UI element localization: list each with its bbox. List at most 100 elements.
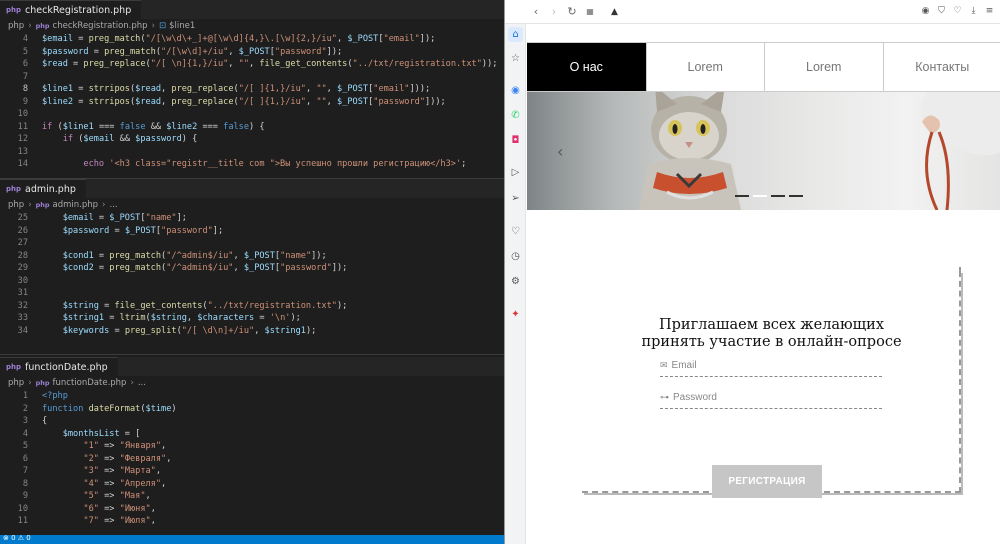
code-text[interactable]: $cond2 = preg_match("/^admin$/iu", $_POS… — [42, 262, 348, 275]
code-text[interactable]: $string1 = ltrim($string, $characters = … — [42, 312, 301, 325]
code-line[interactable]: 31 — [0, 287, 504, 300]
player-icon[interactable]: ▷ — [508, 165, 523, 180]
code-text[interactable]: { — [42, 415, 47, 428]
code-line[interactable]: 2 function dateFormat($time) — [0, 403, 504, 416]
code-text[interactable]: $password = $_POST["password"]; — [42, 225, 223, 238]
code-text[interactable]: $monthsList = [ — [42, 428, 141, 441]
code-line[interactable]: 9 $line2 = strripos($read, preg_replace("… — [0, 96, 504, 109]
code-line[interactable]: 3{ — [0, 415, 504, 428]
code-line[interactable]: 1 <?php — [0, 390, 504, 403]
whatsapp-icon[interactable]: ✆ — [508, 108, 523, 123]
breadcrumb-folder[interactable]: php — [8, 200, 24, 210]
password-field[interactable]: ⊶ — [660, 387, 882, 409]
camera-icon[interactable]: ◉ — [921, 6, 930, 16]
code-text[interactable]: "3" => "Марта", — [42, 465, 161, 478]
bulb-icon[interactable]: ✦ — [508, 307, 523, 322]
settings-icon[interactable]: ⚙ — [508, 274, 523, 289]
code-line[interactable]: 8 "4" => "Апреля", — [0, 478, 504, 491]
breadcrumb-file[interactable]: functionDate.php — [53, 378, 127, 388]
warning-icon[interactable]: ▲ — [611, 7, 618, 17]
email-input[interactable] — [671, 360, 862, 371]
status-bar[interactable]: ⊗ 0 ⚠ 0 — [0, 534, 504, 544]
download-icon[interactable]: ⤓ — [969, 6, 978, 16]
code-text[interactable]: $email = $_POST["name"]; — [42, 212, 187, 225]
tab-admin[interactable]: php admin.php — [0, 179, 86, 198]
slider-dot-active[interactable] — [753, 195, 767, 197]
code-text[interactable]: if ($line1 === false && $line2 === false… — [42, 121, 265, 134]
breadcrumb-symbol[interactable]: ... — [109, 200, 117, 210]
code-text[interactable]: $keywords = preg_split("/[ \d\n]+/iu", $… — [42, 325, 317, 338]
code-text[interactable]: $email = preg_match("/[\w\d\+_]+@[\w\d]{… — [42, 33, 435, 46]
code-line[interactable]: 4 $monthsList = [ — [0, 428, 504, 441]
slider-prev-button[interactable]: ‹ — [557, 142, 563, 161]
shield-icon[interactable]: ⛉ — [937, 6, 946, 16]
code-line[interactable]: 30 — [0, 275, 504, 288]
code-line[interactable]: 11 "7" => "Июля", — [0, 515, 504, 528]
code-line[interactable]: 14 echo '<h3 class="registr__title com "… — [0, 158, 504, 171]
code-lines[interactable]: 4 $email = preg_match("/[\w\d\+_]+@[\w\d]… — [0, 33, 504, 171]
code-line[interactable]: 7 — [0, 71, 504, 84]
code-text[interactable]: $line1 = strripos($read, preg_replace("/… — [42, 83, 430, 96]
code-text[interactable]: $line2 = strripos($read, preg_replace("/… — [42, 96, 446, 109]
code-line[interactable]: 5 $password = preg_match("/[\w\d]+/iu", $… — [0, 46, 504, 59]
code-line[interactable]: 26 $password = $_POST["password"]; — [0, 225, 504, 238]
code-line[interactable]: 34 $keywords = preg_split("/[ \d\n]+/iu"… — [0, 325, 504, 338]
code-text[interactable]: echo '<h3 class="registr__title com ">Вы… — [42, 158, 466, 171]
breadcrumb-folder[interactable]: php — [8, 378, 24, 388]
problems-count[interactable]: ⊗ 0 ⚠ 0 — [3, 534, 31, 542]
code-line[interactable]: 8 $line1 = strripos($read, preg_replace("… — [0, 83, 504, 96]
reload-icon[interactable]: ↻ — [567, 5, 577, 18]
register-button[interactable]: РЕГИСТРАЦИЯ — [712, 465, 822, 498]
heart-icon[interactable]: ♡ — [508, 224, 523, 239]
heart-icon[interactable]: ♡ — [953, 6, 962, 16]
messenger-icon[interactable]: ◉ — [508, 83, 523, 98]
code-line[interactable]: 12 if ($email && $password) { — [0, 133, 504, 146]
tabs-grid-icon[interactable]: ▦ — [585, 7, 595, 16]
tab-check-registration[interactable]: php checkRegistration.php — [0, 0, 142, 19]
password-input[interactable] — [673, 392, 863, 403]
code-line[interactable]: 28 $cond1 = preg_match("/^admin$/iu", $_… — [0, 250, 504, 263]
code-text[interactable]: function dateFormat($time) — [42, 403, 177, 416]
code-text[interactable]: "5" => "Мая", — [42, 490, 150, 503]
code-line[interactable]: 33 $string1 = ltrim($string, $characters… — [0, 312, 504, 325]
bookmark-icon[interactable]: ☆ — [508, 51, 523, 66]
instagram-icon[interactable]: ◘ — [508, 133, 523, 148]
breadcrumb-file[interactable]: checkRegistration.php — [53, 21, 148, 31]
send-icon[interactable]: ➢ — [508, 191, 523, 206]
code-text[interactable]: "6" => "Июня", — [42, 503, 155, 516]
code-text[interactable]: $string = file_get_contents("../txt/regi… — [42, 300, 348, 313]
back-icon[interactable]: ‹ — [531, 5, 541, 18]
code-line[interactable]: 5 "1" => "Января", — [0, 440, 504, 453]
menu-icon[interactable]: ≡ — [985, 6, 994, 16]
code-lines[interactable]: 1 <?php 2 function dateFormat($time) 3{4 $mo… — [0, 390, 504, 528]
forward-icon[interactable]: › — [549, 5, 559, 18]
pane-splitter[interactable] — [0, 354, 504, 355]
nav-item-contacts[interactable]: Контакты — [882, 43, 1000, 91]
code-line[interactable]: 10 "6" => "Июня", — [0, 503, 504, 516]
home-icon[interactable]: ⌂ — [508, 27, 523, 42]
tab-function-date[interactable]: php functionDate.php — [0, 357, 118, 376]
code-text[interactable]: $read = preg_replace("/[ \n]{1,}/iu", ""… — [42, 58, 497, 71]
code-text[interactable]: $password = preg_match("/[\w\d]+/iu", $_… — [42, 46, 342, 59]
breadcrumb-symbol[interactable]: ... — [138, 378, 146, 388]
code-text[interactable]: if ($email && $password) { — [42, 133, 198, 146]
code-text[interactable]: "1" => "Января", — [42, 440, 166, 453]
code-line[interactable]: 10 — [0, 108, 504, 121]
code-line[interactable]: 6 $read = preg_replace("/[ \n]{1,}/iu", "… — [0, 58, 504, 71]
code-line[interactable]: 29 $cond2 = preg_match("/^admin$/iu", $_… — [0, 262, 504, 275]
code-line[interactable]: 9 "5" => "Мая", — [0, 490, 504, 503]
breadcrumb-file[interactable]: admin.php — [53, 200, 99, 210]
code-line[interactable]: 25 $email = $_POST["name"]; — [0, 212, 504, 225]
breadcrumb-symbol[interactable]: $line1 — [169, 21, 195, 31]
nav-item-about[interactable]: О нас — [527, 43, 646, 91]
code-text[interactable]: $cond1 = preg_match("/^admin$/iu", $_POS… — [42, 250, 327, 263]
code-line[interactable]: 27 — [0, 237, 504, 250]
nav-item-lorem-1[interactable]: Lorem — [645, 43, 765, 91]
slider-dot[interactable] — [789, 195, 803, 197]
email-field[interactable]: ✉ — [660, 355, 882, 377]
slider-dot[interactable] — [735, 195, 749, 197]
slider-dot[interactable] — [771, 195, 785, 197]
code-text[interactable]: "4" => "Апреля", — [42, 478, 166, 491]
code-lines[interactable]: 25 $email = $_POST["name"]; 26 $password … — [0, 212, 504, 337]
code-line[interactable]: 13 — [0, 146, 504, 159]
